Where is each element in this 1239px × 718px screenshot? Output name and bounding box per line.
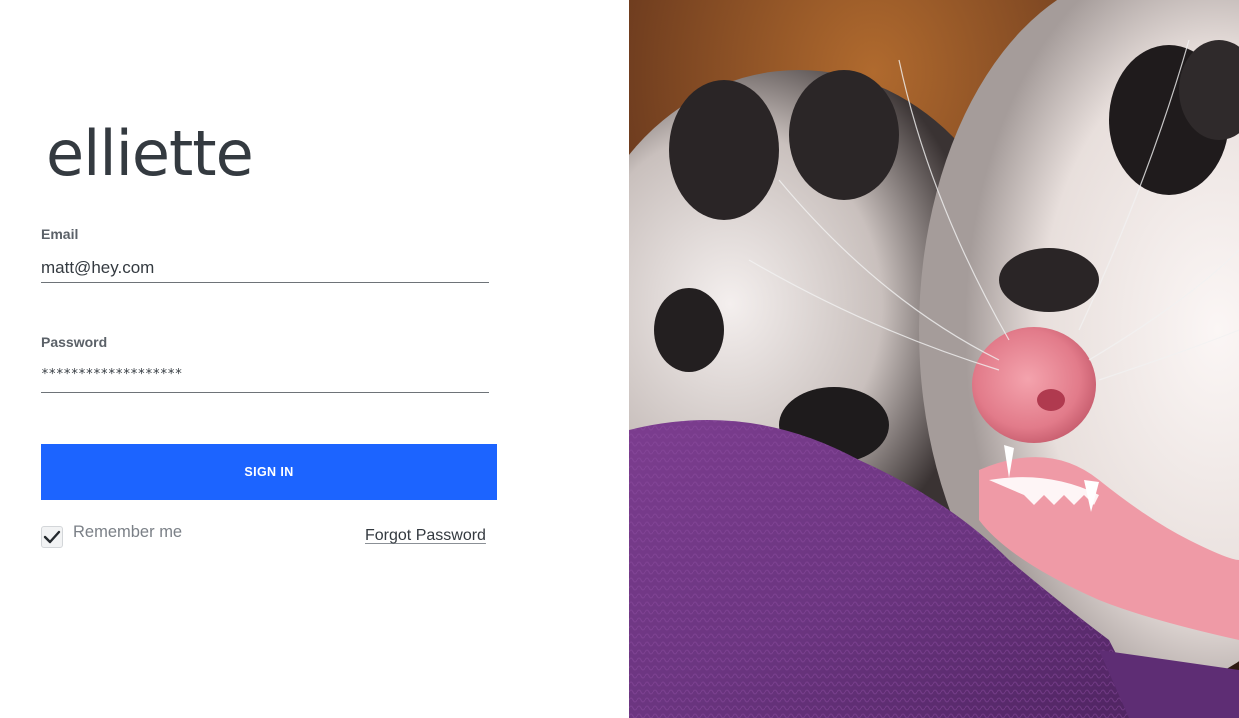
hero-image bbox=[629, 0, 1239, 718]
remember-label: Remember me bbox=[73, 522, 183, 541]
opossum-photo-icon bbox=[629, 0, 1239, 718]
login-panel: elliette Email Password ****************… bbox=[0, 0, 629, 718]
login-page: elliette Email Password ****************… bbox=[0, 0, 1239, 718]
email-field[interactable] bbox=[41, 254, 489, 283]
email-label: Email bbox=[41, 226, 79, 242]
password-label: Password bbox=[41, 334, 108, 350]
remember-me[interactable]: Remember me bbox=[41, 522, 182, 548]
password-field[interactable]: ******************* bbox=[41, 360, 489, 393]
brand-logo: elliette bbox=[46, 117, 254, 190]
forgot-password-link[interactable]: Forgot Password bbox=[365, 527, 486, 545]
checkmark-icon bbox=[43, 530, 61, 544]
remember-checkbox[interactable] bbox=[41, 526, 63, 548]
sign-in-button[interactable]: SIGN IN bbox=[41, 444, 497, 500]
